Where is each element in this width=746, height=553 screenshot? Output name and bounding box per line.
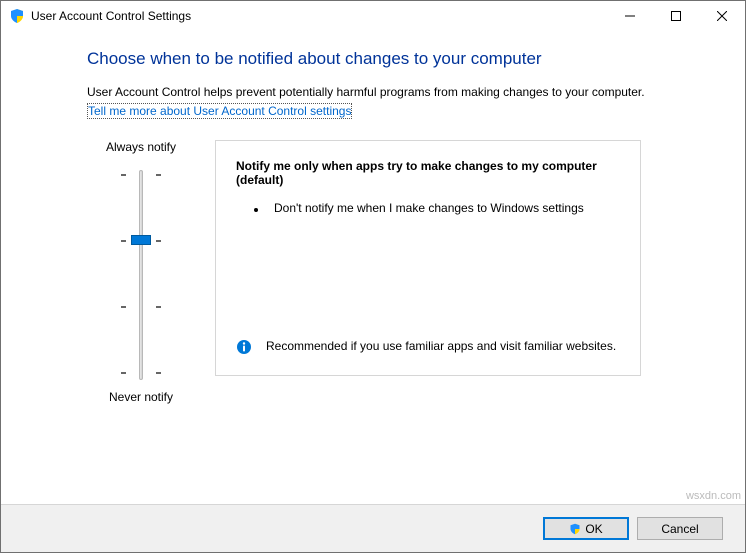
slider-thumb[interactable] — [131, 235, 151, 245]
bullet-text: Don't notify me when I make changes to W… — [274, 201, 584, 215]
slider-tick — [121, 306, 126, 308]
minimize-button[interactable] — [607, 1, 653, 31]
uac-shield-icon — [569, 523, 581, 535]
help-link[interactable]: Tell me more about User Account Control … — [87, 103, 352, 119]
slider-tick — [121, 372, 126, 374]
ok-button[interactable]: OK — [543, 517, 629, 540]
slider-top-label: Always notify — [106, 140, 176, 154]
maximize-button[interactable] — [653, 1, 699, 31]
slider-column: Always notify Never notify — [87, 140, 195, 404]
close-button[interactable] — [699, 1, 745, 31]
cancel-button[interactable]: Cancel — [637, 517, 723, 540]
window-title: User Account Control Settings — [31, 9, 607, 23]
footer: OK Cancel — [1, 504, 745, 552]
page-heading: Choose when to be notified about changes… — [87, 49, 717, 69]
slider-tick — [156, 306, 161, 308]
content-area: Choose when to be notified about changes… — [1, 31, 745, 404]
recommendation: Recommended if you use familiar apps and… — [236, 339, 620, 355]
panel-title: Notify me only when apps try to make cha… — [236, 159, 620, 187]
recommendation-text: Recommended if you use familiar apps and… — [266, 339, 616, 353]
uac-shield-icon — [9, 8, 25, 24]
description-panel: Notify me only when apps try to make cha… — [215, 140, 641, 376]
slider-bottom-label: Never notify — [109, 390, 173, 404]
slider-tick — [156, 372, 161, 374]
watermark: wsxdn.com — [686, 490, 741, 502]
slider-tick — [121, 174, 126, 176]
notification-slider[interactable] — [116, 170, 166, 380]
bullet-icon — [254, 208, 258, 212]
cancel-label: Cancel — [661, 522, 698, 536]
slider-tick — [156, 174, 161, 176]
body-area: Always notify Never notify Notify me onl… — [87, 140, 717, 404]
titlebar: User Account Control Settings — [1, 1, 745, 31]
info-icon — [236, 339, 252, 355]
window-controls — [607, 1, 745, 31]
page-description: User Account Control helps prevent poten… — [87, 85, 717, 99]
ok-label: OK — [585, 522, 602, 536]
slider-tick — [121, 240, 126, 242]
bullet-item: Don't notify me when I make changes to W… — [236, 201, 620, 215]
slider-tick — [156, 240, 161, 242]
slider-track — [139, 170, 143, 380]
